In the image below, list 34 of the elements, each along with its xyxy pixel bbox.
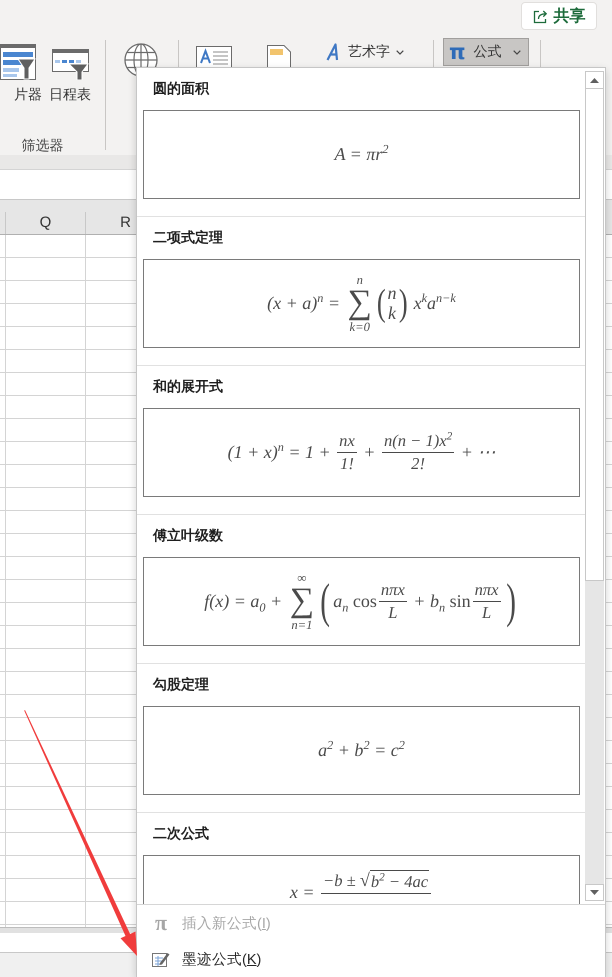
formula-title: 傅立叶级数	[153, 526, 223, 545]
column-header[interactable]: R	[86, 212, 136, 234]
scroll-down-button[interactable]	[585, 884, 604, 901]
timeline-button[interactable]: 日程表	[46, 49, 94, 104]
formula-gallery-item[interactable]: x = −b ± √b$^{2}$ − 4ac	[143, 855, 580, 904]
caret-icon	[513, 50, 521, 54]
slicer-icon	[0, 44, 36, 80]
stylized-a-icon	[326, 43, 340, 61]
share-button[interactable]: 共享	[521, 2, 597, 30]
scroll-up-button[interactable]	[585, 71, 604, 89]
down-triangle-icon	[590, 890, 599, 895]
pi-icon: π	[449, 42, 466, 62]
wordart-button[interactable]: 艺术字	[322, 39, 408, 65]
formula-title: 二项式定理	[153, 228, 223, 247]
formula-title: 二次公式	[153, 824, 209, 843]
slicer-button[interactable]: 片器	[0, 44, 42, 104]
text-box-icon[interactable]	[196, 46, 232, 67]
column-header[interactable]: Q	[6, 212, 86, 234]
share-icon	[532, 8, 548, 24]
timeline-icon	[52, 49, 88, 80]
scrollbar-thumb[interactable]	[585, 89, 604, 581]
formula-title: 勾股定理	[153, 675, 209, 694]
up-triangle-icon	[590, 78, 599, 82]
page-icon[interactable]	[267, 45, 291, 67]
group-label: 筛选器	[22, 136, 64, 155]
menu-item[interactable]: 墨迹公式(K)	[137, 941, 605, 977]
caret-icon	[396, 50, 404, 54]
pencil-table-icon	[152, 951, 170, 967]
formula-gallery-item[interactable]: A = πr$^{2}$	[143, 110, 580, 199]
equation-button[interactable]: π 公式	[443, 38, 529, 66]
formula-title: 和的展开式	[153, 377, 223, 396]
formula-gallery-item[interactable]: a$^{2}$ + b$^{2}$ = c$^{2}$	[143, 706, 580, 795]
formula-title: 圆的面积	[153, 79, 209, 98]
pi-icon: π	[152, 912, 170, 934]
